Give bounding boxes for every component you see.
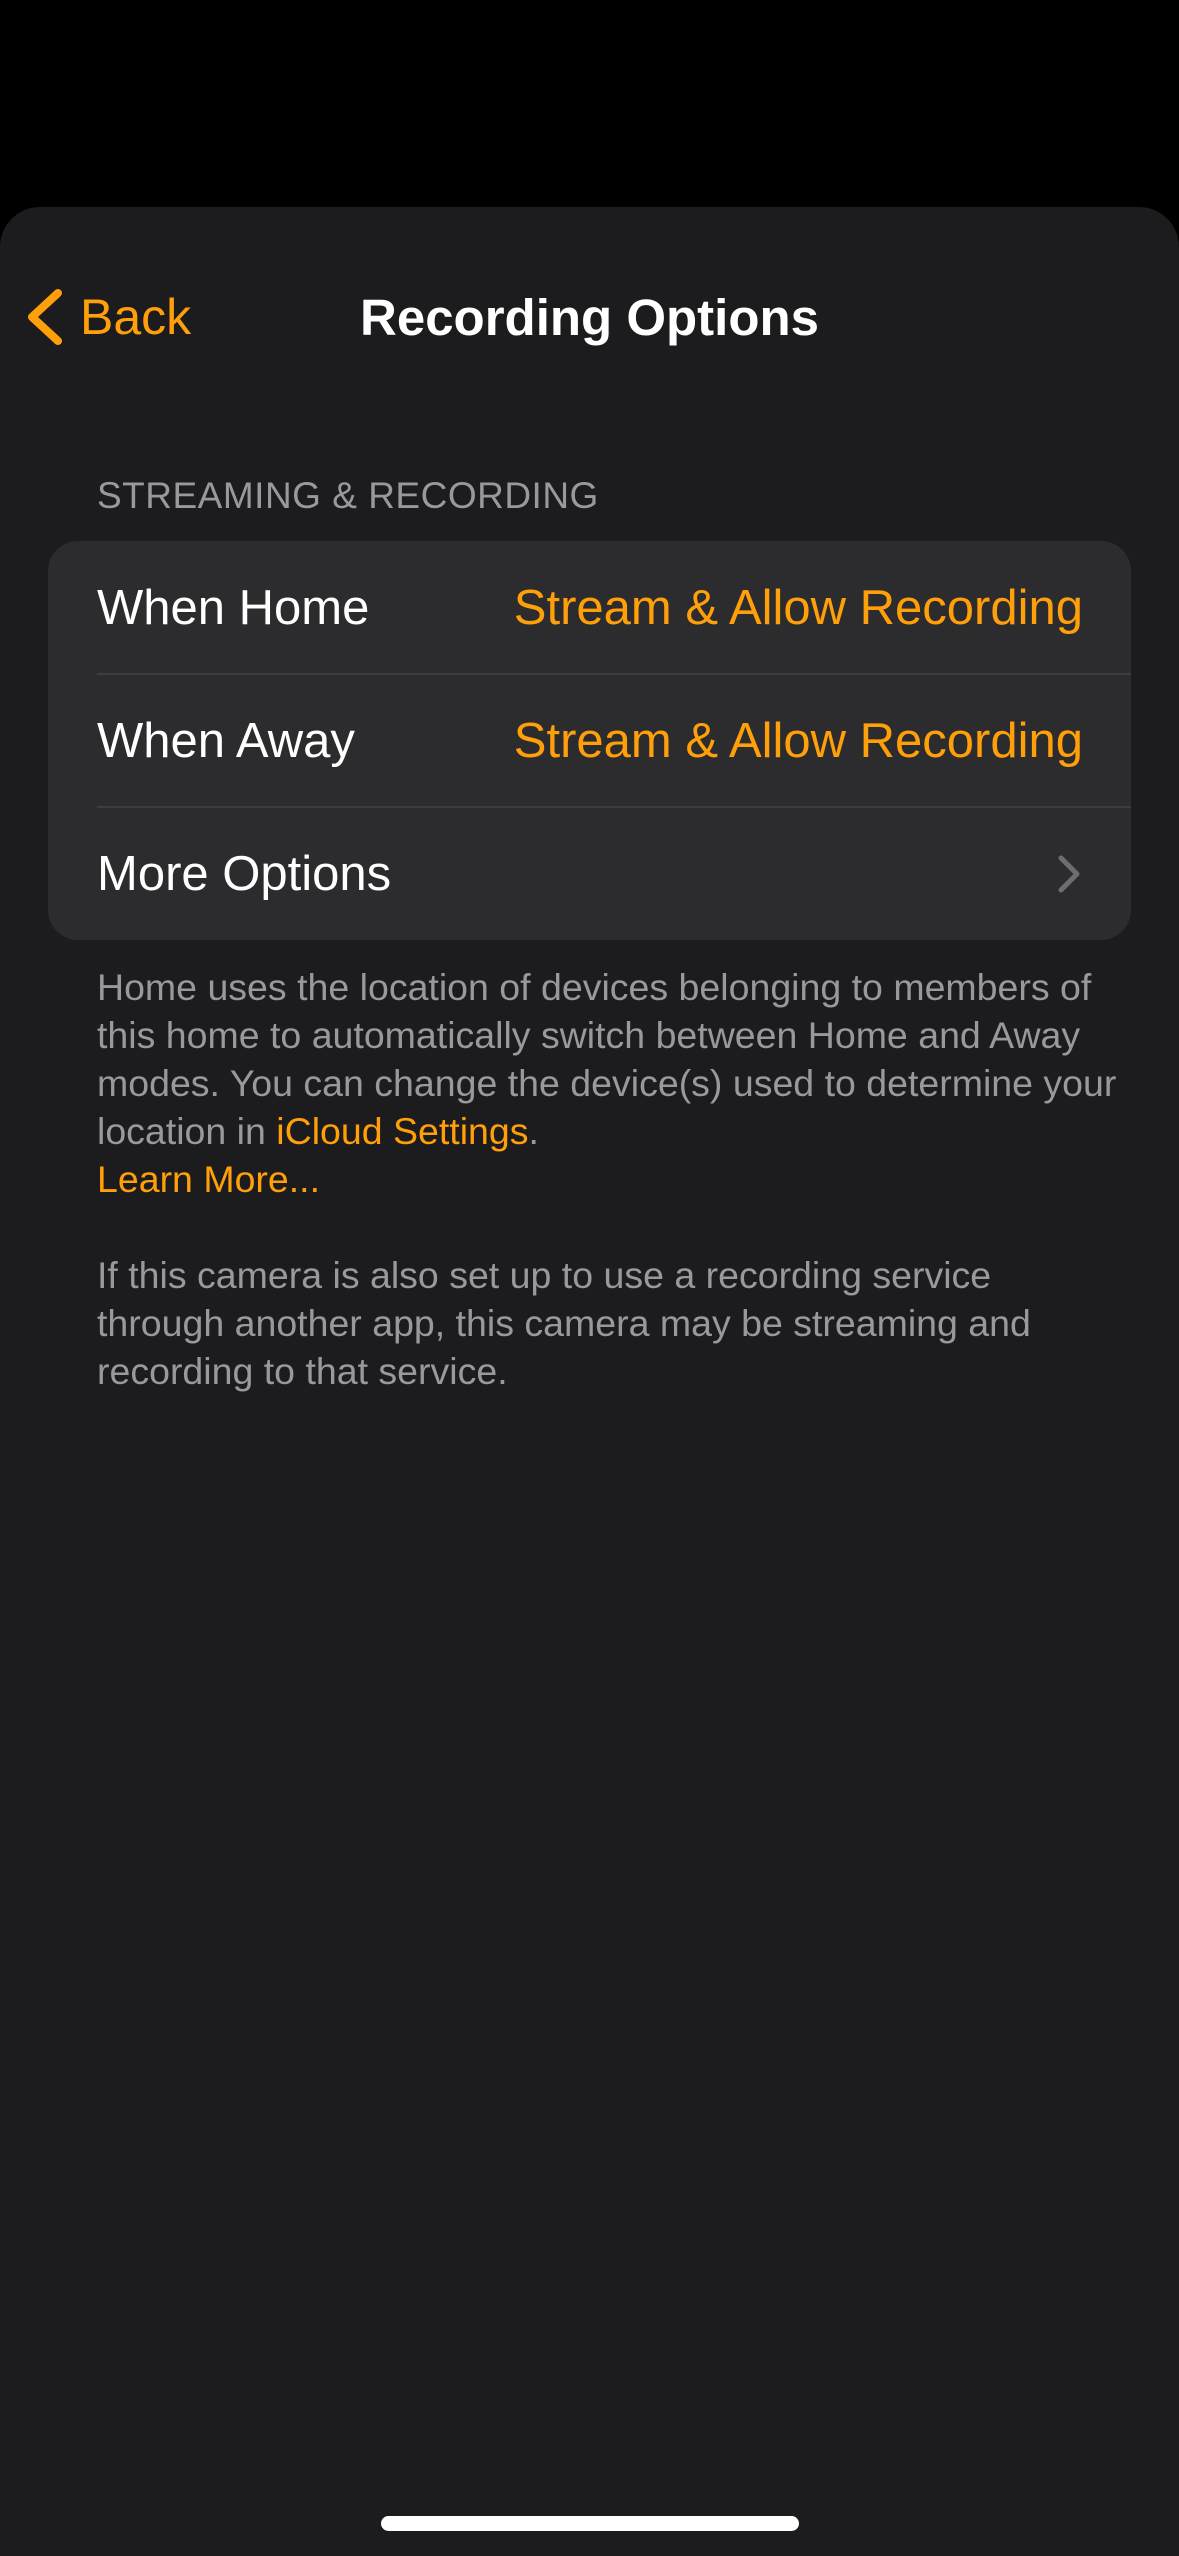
recording-service-note: If this camera is also set up to use a r… <box>97 1254 1031 1392</box>
when-away-value: Stream & Allow Recording <box>513 713 1083 768</box>
when-home-value: Stream & Allow Recording <box>513 580 1083 635</box>
location-footer-text: Home uses the location of devices belong… <box>97 963 1127 1203</box>
modal-sheet: Back Recording Options STREAMING & RECOR… <box>0 207 1179 2556</box>
when-home-label: When Home <box>97 580 370 635</box>
when-away-label: When Away <box>97 713 355 768</box>
location-description: Home uses the location of devices belong… <box>97 966 1117 1152</box>
more-options-row[interactable]: More Options <box>48 807 1131 940</box>
section-header: STREAMING & RECORDING <box>97 475 599 516</box>
more-options-label: More Options <box>97 846 392 901</box>
page-title: Recording Options <box>360 288 819 346</box>
period-text: . <box>528 1110 539 1152</box>
chevron-right-icon <box>1058 855 1080 892</box>
icloud-settings-link[interactable]: iCloud Settings <box>276 1110 528 1152</box>
settings-group: When Home Stream & Allow Recording When … <box>48 541 1131 940</box>
when-home-row[interactable]: When Home Stream & Allow Recording <box>48 541 1131 674</box>
navigation-bar: Back Recording Options <box>0 257 1179 377</box>
when-away-row[interactable]: When Away Stream & Allow Recording <box>48 674 1131 807</box>
learn-more-link[interactable]: Learn More... <box>97 1158 320 1200</box>
home-indicator[interactable] <box>381 2516 799 2531</box>
